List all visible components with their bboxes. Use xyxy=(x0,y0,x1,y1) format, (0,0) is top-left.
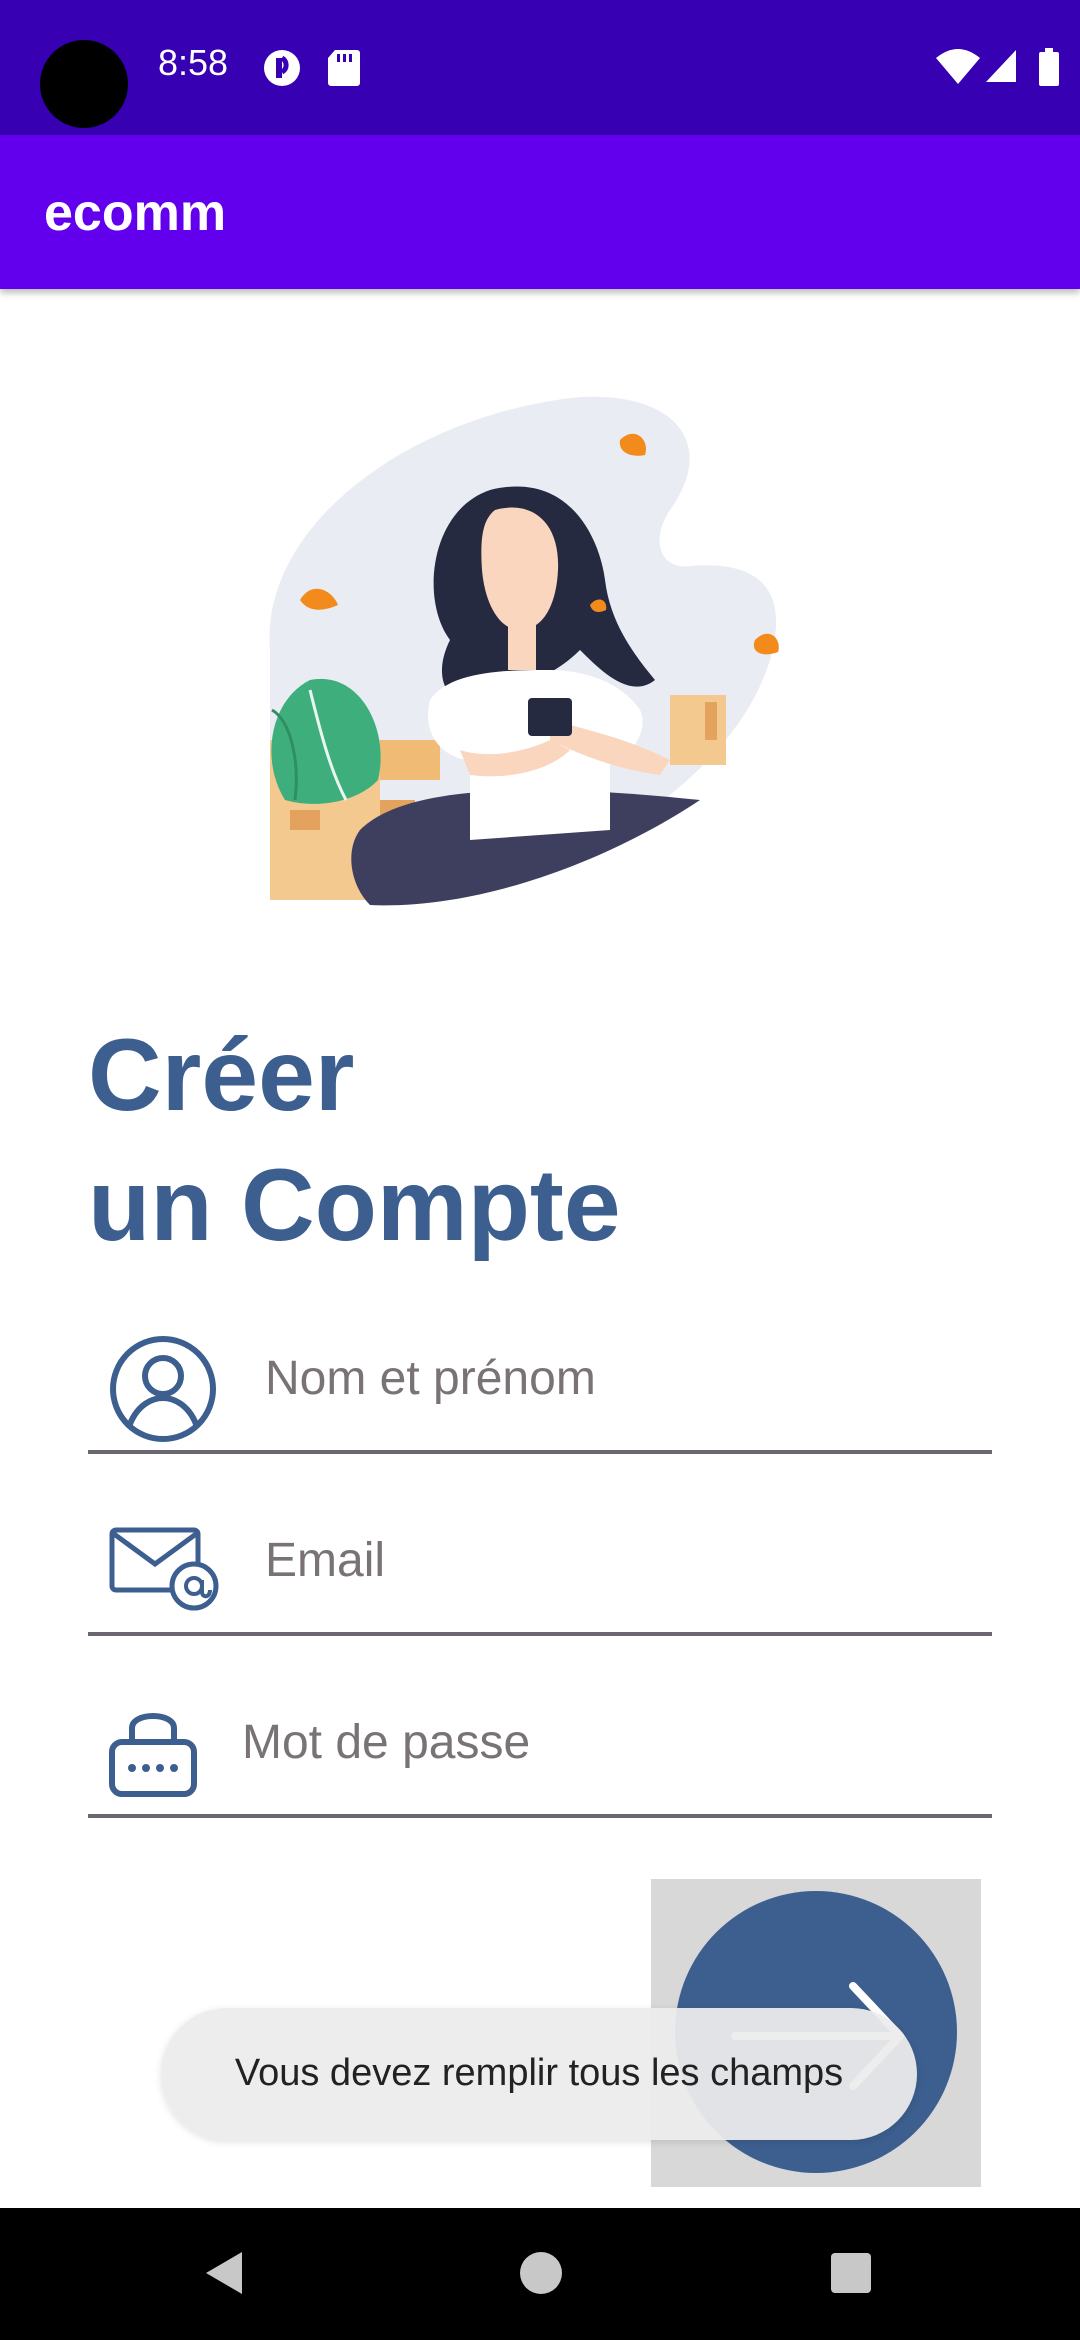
email-icon xyxy=(109,1527,219,1611)
title-line-1: Créer xyxy=(88,1018,355,1132)
status-bar: 8:58 xyxy=(0,0,1080,135)
password-input[interactable] xyxy=(240,1714,944,1771)
lock-icon xyxy=(109,1713,197,1797)
toast-text: Vous devez remplir tous les champs xyxy=(234,2052,844,2094)
page-title: Créer un Compte xyxy=(88,1010,621,1270)
password-field[interactable] xyxy=(88,1684,992,1818)
wifi-icon xyxy=(936,49,980,84)
title-line-2: un Compte xyxy=(88,1148,621,1262)
status-time: 8:58 xyxy=(158,42,229,83)
recents-icon[interactable] xyxy=(828,2248,874,2298)
data-saver-icon xyxy=(264,50,300,86)
sd-card-icon xyxy=(328,50,360,86)
email-input[interactable] xyxy=(263,1532,967,1589)
name-input[interactable] xyxy=(263,1350,967,1407)
email-field[interactable] xyxy=(88,1502,992,1636)
navigation-bar xyxy=(0,2208,1080,2340)
app-bar: ecomm xyxy=(0,135,1080,289)
signal-icon xyxy=(986,50,1016,82)
signup-illustration xyxy=(269,396,779,906)
app-title: ecomm xyxy=(44,184,227,242)
camera-cutout-icon xyxy=(40,40,128,128)
home-icon[interactable] xyxy=(518,2248,564,2298)
name-field[interactable] xyxy=(88,1320,992,1454)
back-icon[interactable] xyxy=(200,2248,250,2298)
user-icon xyxy=(110,1336,216,1442)
battery-icon xyxy=(1039,48,1059,86)
toast-message: Vous devez remplir tous les champs xyxy=(161,2008,917,2140)
